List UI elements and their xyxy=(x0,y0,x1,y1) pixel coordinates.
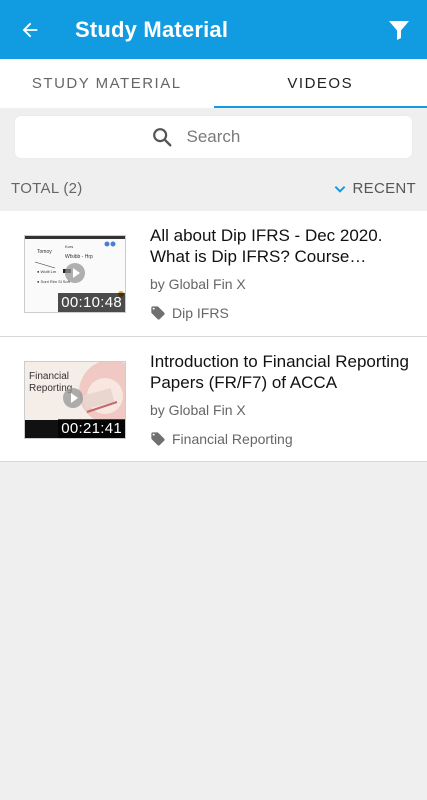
tag-label: Financial Reporting xyxy=(172,431,293,447)
video-tag: Dip IFRS xyxy=(150,305,417,321)
filter-icon xyxy=(389,21,409,40)
video-tag: Financial Reporting xyxy=(150,431,417,447)
svg-text:● Wutit Lm: ● Wutit Lm xyxy=(37,269,57,274)
svg-text:Tomoy: Tomoy xyxy=(37,249,52,255)
video-list: Tomoy Kors Wfsibb - Hrp ● Wutit Lm ● Son… xyxy=(0,211,427,462)
video-thumbnail[interactable]: Financial Reporting 00:21:41 xyxy=(24,361,126,439)
video-info: Introduction to Financial Reporting Pape… xyxy=(150,351,417,447)
tag-icon xyxy=(151,432,165,446)
list-meta-row: TOTAL (2) RECENT xyxy=(0,166,427,211)
search-container xyxy=(0,108,427,158)
search-input[interactable] xyxy=(186,127,257,147)
svg-text:Kors: Kors xyxy=(65,244,73,249)
chevron-down-icon xyxy=(334,185,345,193)
back-button[interactable] xyxy=(0,0,60,59)
list-item[interactable]: Tomoy Kors Wfsibb - Hrp ● Wutit Lm ● Son… xyxy=(0,211,427,337)
app-bar: Study Material xyxy=(0,0,427,59)
play-icon xyxy=(65,263,85,283)
video-title[interactable]: Introduction to Financial Reporting Pape… xyxy=(150,351,417,393)
svg-text:● Sont Rim Sl Soft: ● Sont Rim Sl Soft xyxy=(37,279,71,284)
page-title: Study Material xyxy=(75,16,229,42)
sort-button[interactable]: RECENT xyxy=(333,180,416,197)
play-icon xyxy=(63,388,83,408)
sort-label: RECENT xyxy=(352,180,416,197)
search-icon xyxy=(152,128,171,147)
video-title[interactable]: All about Dip IFRS - Dec 2020. What is D… xyxy=(150,225,417,267)
tab-study-material[interactable]: STUDY MATERIAL xyxy=(0,59,214,108)
total-count: TOTAL (2) xyxy=(11,180,83,197)
tag-label: Dip IFRS xyxy=(172,305,229,321)
filter-button[interactable] xyxy=(381,12,417,48)
tag-icon xyxy=(151,306,165,320)
list-item[interactable]: Financial Reporting 00:21:41 Introductio… xyxy=(0,337,427,462)
svg-text:Wfsibb - Hrp: Wfsibb - Hrp xyxy=(65,254,93,260)
video-duration: 00:21:41 xyxy=(58,419,125,438)
video-duration: 00:10:48 xyxy=(58,293,125,312)
video-thumbnail[interactable]: Tomoy Kors Wfsibb - Hrp ● Wutit Lm ● Son… xyxy=(24,235,126,313)
tab-videos[interactable]: VIDEOS xyxy=(213,59,427,108)
search-bar[interactable] xyxy=(15,116,412,158)
video-info: All about Dip IFRS - Dec 2020. What is D… xyxy=(150,225,417,321)
arrow-left-icon xyxy=(22,22,38,37)
video-author: by Global Fin X xyxy=(150,402,246,418)
tab-bar: STUDY MATERIAL VIDEOS xyxy=(0,59,427,108)
video-author: by Global Fin X xyxy=(150,276,246,292)
